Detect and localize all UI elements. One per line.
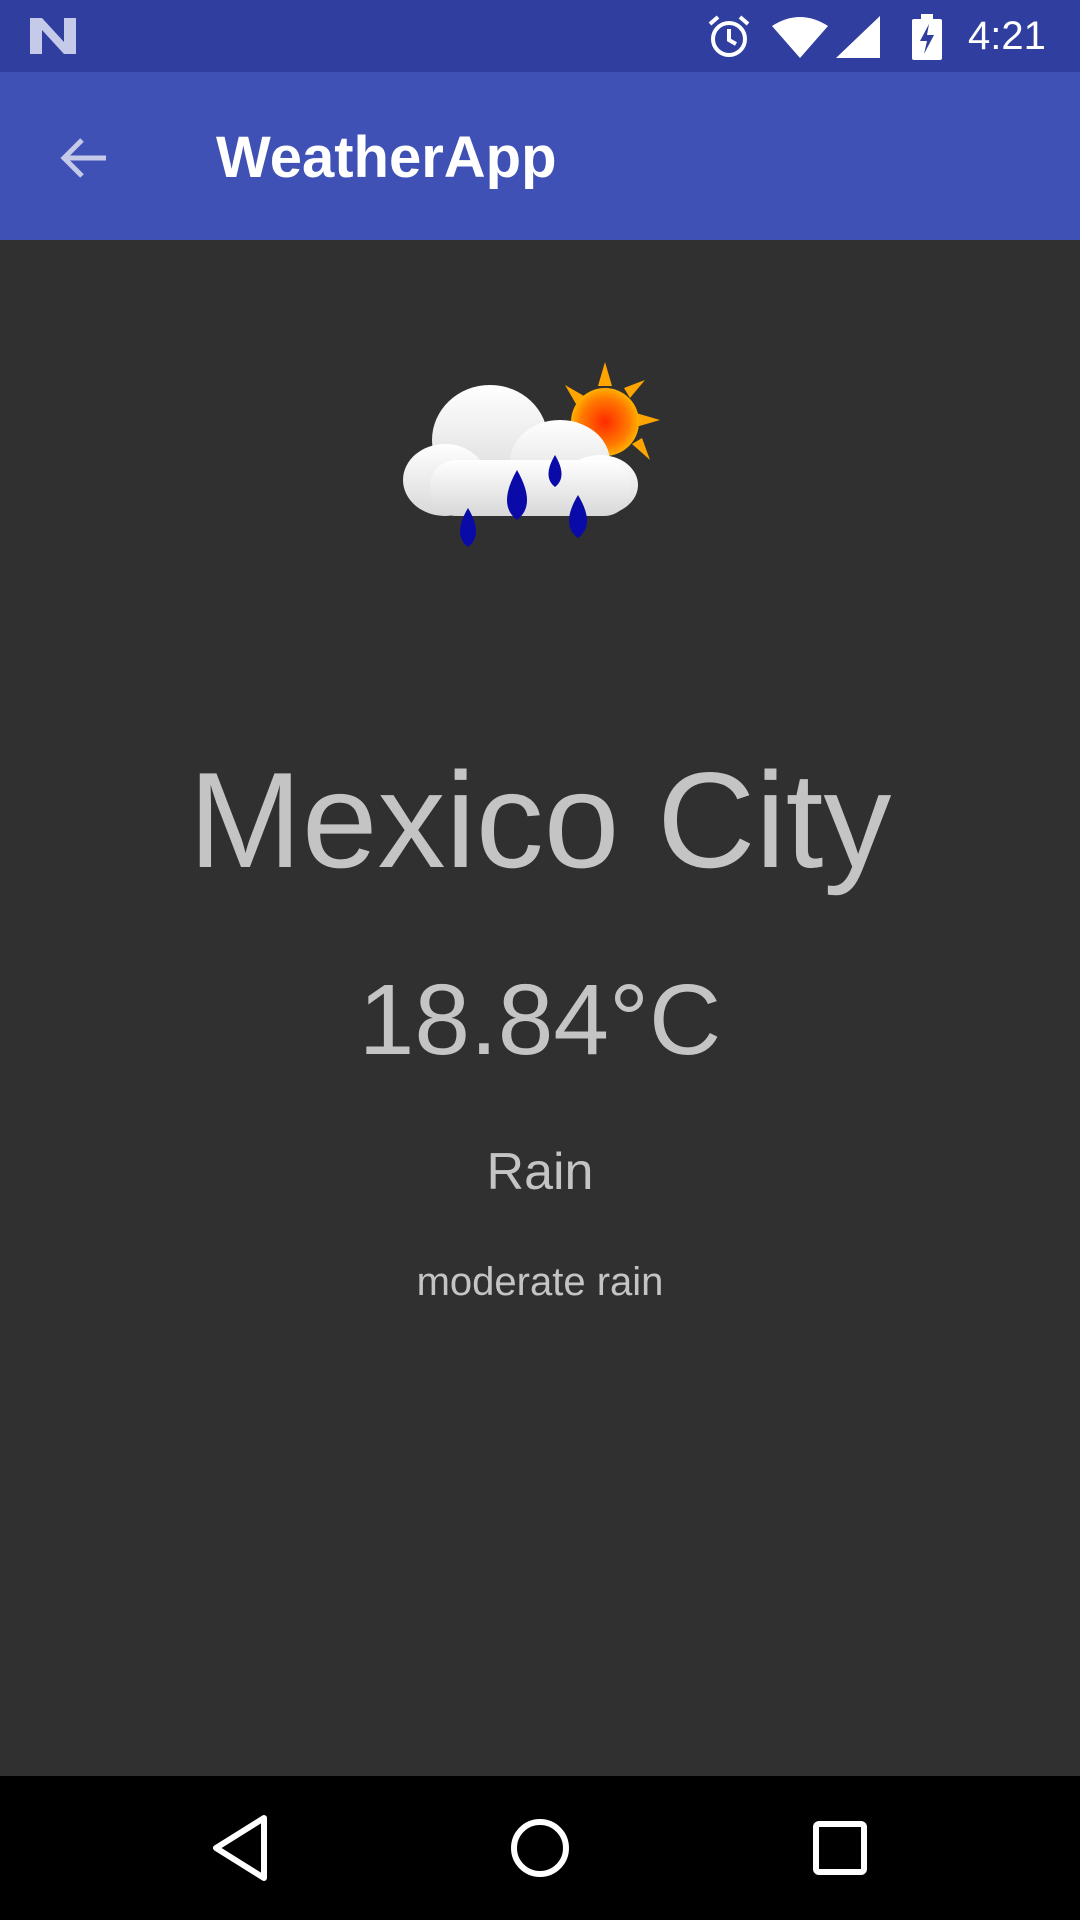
- status-time: 4:21: [968, 14, 1046, 58]
- alarm-icon: [708, 15, 750, 57]
- weather-main: Rain: [486, 1143, 594, 1201]
- app-bar: WeatherApp: [0, 72, 1080, 240]
- back-button[interactable]: [44, 118, 124, 198]
- nav-back-icon[interactable]: [202, 1808, 282, 1888]
- nav-recents-icon[interactable]: [800, 1808, 880, 1888]
- signal-icon: [836, 16, 880, 58]
- nav-home-icon[interactable]: [500, 1808, 580, 1888]
- app-title: WeatherApp: [216, 125, 557, 190]
- weather-description: moderate rain: [416, 1260, 664, 1304]
- temperature: 18.84°C: [358, 964, 722, 1076]
- wifi-icon: [772, 17, 828, 58]
- status-bar: 4:21: [0, 0, 1080, 72]
- navigation-bar: [0, 1776, 1080, 1920]
- arrow-back-icon: [60, 138, 106, 178]
- battery-charging-icon: [912, 14, 942, 60]
- city-name: Mexico City: [188, 744, 892, 896]
- cloud-rain-sun-icon: [403, 362, 660, 547]
- n-logo-icon: [30, 18, 76, 54]
